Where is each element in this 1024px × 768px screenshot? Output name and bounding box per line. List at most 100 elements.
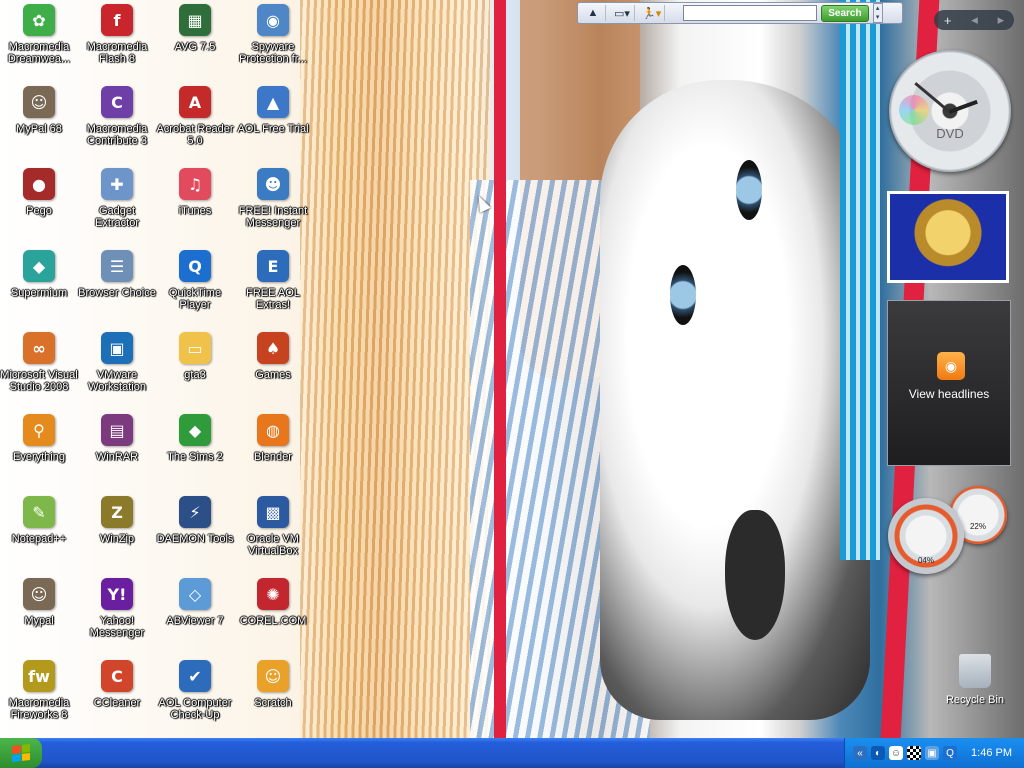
sims-icon: ◆ <box>179 414 211 446</box>
desktop-icon[interactable]: ☻ FREE! Instant Messenger <box>234 166 312 229</box>
running-man-icon[interactable]: 🏃▾ <box>639 5 666 21</box>
toolbar-menu-icon[interactable]: ▭▾ <box>610 5 635 21</box>
tray-image-icon[interactable]: ▣ <box>925 746 939 760</box>
feed-headlines-gadget[interactable]: ◉ View headlines <box>887 300 1011 466</box>
search-input[interactable] <box>683 5 818 21</box>
taskbar-clock[interactable]: 1:46 PM <box>971 747 1012 759</box>
rss-icon: ◉ <box>937 352 965 380</box>
clock-gadget[interactable]: DVD <box>889 50 1011 172</box>
desktop-icon[interactable]: ♫ iTunes <box>156 166 234 217</box>
tray-network-icon[interactable]: ◐ <box>871 746 885 760</box>
browser-choice-icon: ☰ <box>101 250 133 282</box>
corel-icon: ✺ <box>257 578 289 610</box>
desktop-icon[interactable]: ▣ VMware Workstation <box>78 330 156 393</box>
acrobat-icon: A <box>179 86 211 118</box>
pego-icon: ● <box>23 168 55 200</box>
wallpaper-dog-nose <box>725 510 785 640</box>
folder-icon: ▭ <box>179 332 211 364</box>
taskbar: « ◐ ☺ ▣ Q 1:46 PM <box>0 738 1024 768</box>
daemon-tools-icon: ⚡ <box>179 496 211 528</box>
add-gadget-button[interactable]: + <box>944 13 952 28</box>
desktop-icon-label: Browser Choice <box>78 287 156 299</box>
desktop-icon[interactable]: ● Pego <box>0 166 78 217</box>
start-button[interactable] <box>0 738 42 768</box>
desktop-icon[interactable]: C Macromedia Contribute 3 <box>78 84 156 147</box>
view-headlines-link[interactable]: View headlines <box>888 387 1010 401</box>
desktop-icon[interactable]: E FREE AOL Extras! <box>234 248 312 311</box>
desktop-icon[interactable]: ✿ Macromedia Dreamwea... <box>0 2 78 65</box>
desktop-icon[interactable]: A Acrobat Reader 5.0 <box>156 84 234 147</box>
desktop-icon-label: Pego <box>26 205 52 217</box>
previous-page-button[interactable]: ◂ <box>971 12 978 28</box>
desktop-icon[interactable]: C CCleaner <box>78 658 156 709</box>
aol-toolbar-icon[interactable]: ▲ <box>581 5 606 21</box>
desktop-icon[interactable]: ✚ Gadget Extractor <box>78 166 156 229</box>
clock-hour-hand <box>948 99 978 114</box>
flash-icon: f <box>101 4 133 36</box>
cpu-meter-gadget[interactable]: 04% <box>888 498 964 574</box>
desktop-icon-label: WinRAR <box>95 451 139 463</box>
desktop-icon[interactable]: ◉ Spyware Protection fr... <box>234 2 312 65</box>
desktop-icon[interactable]: ▭ gta3 <box>156 330 234 381</box>
desktop-icon-label: Oracle VM VirtualBox <box>247 533 299 557</box>
slideshow-gadget[interactable] <box>887 191 1009 283</box>
desktop-icon-label: Gadget Extractor <box>94 205 139 229</box>
mypal-icon: ☺ <box>23 86 55 118</box>
desktop-icon[interactable]: ∞ Microsoft Visual Studio 2008 <box>0 330 78 393</box>
aol-icon: ▲ <box>257 86 289 118</box>
cpu-meter-value: 04% <box>917 556 934 565</box>
wallpaper-teal-stripes <box>840 0 880 560</box>
desktop-icon[interactable]: ▦ AVG 7.5 <box>156 2 234 53</box>
tray-checker-icon[interactable] <box>907 746 921 760</box>
tray-quicktime-icon[interactable]: Q <box>943 746 957 760</box>
desktop-icon[interactable]: ✎ Notepad++ <box>0 494 78 545</box>
desktop-icon[interactable]: ◍ Blender <box>234 412 312 463</box>
toolbar-scroll-icon[interactable]: ▴ ▾ <box>872 3 883 23</box>
desktop-icon[interactable]: Y! Yahoo! Messenger <box>78 576 156 639</box>
desktop-icon[interactable]: ☺ Scratch <box>234 658 312 709</box>
desktop-icon-label: Acrobat Reader 5.0 <box>156 123 234 147</box>
blender-icon: ◍ <box>257 414 289 446</box>
desktop-icon[interactable]: ◇ ABViewer 7 <box>156 576 234 627</box>
clock-label: DVD <box>936 126 964 141</box>
desktop-icon[interactable]: f Macromedia Flash 8 <box>78 2 156 65</box>
desktop-icon-label: CCleaner <box>93 697 141 709</box>
desktop-icon[interactable]: ✺ COREL.COM <box>234 576 312 627</box>
wallpaper-dog-eye <box>736 160 762 220</box>
desktop-icon[interactable]: ♠ Games <box>234 330 312 381</box>
desktop-icon[interactable]: ☺ Mypal <box>0 576 78 627</box>
desktop-icon-label: ABViewer 7 <box>166 615 224 627</box>
desktop-icon[interactable]: ▩ Oracle VM VirtualBox <box>234 494 312 557</box>
desktop-icon[interactable]: ☺ MyPal 68 <box>0 84 78 135</box>
desktop-icon[interactable]: ✔ AOL Computer Check-Up <box>156 658 234 721</box>
recycle-bin[interactable]: Recycle Bin <box>940 654 1010 706</box>
disc-shine <box>899 95 929 125</box>
desktop-icon-label: Macromedia Contribute 3 <box>86 123 148 147</box>
everything-icon: ⚲ <box>23 414 55 446</box>
ccleaner-icon: C <box>101 660 133 692</box>
virtualbox-icon: ▩ <box>257 496 289 528</box>
desktop-icon[interactable]: ▲ AOL Free Trial <box>234 84 312 135</box>
aol-checkup-icon: ✔ <box>179 660 211 692</box>
desktop-icon[interactable]: ☰ Browser Choice <box>78 248 156 299</box>
itunes-icon: ♫ <box>179 168 211 200</box>
search-button[interactable]: Search <box>821 4 869 22</box>
desktop-icon[interactable]: Z WinZip <box>78 494 156 545</box>
next-page-button[interactable]: ▸ <box>998 12 1005 28</box>
desktop-icon-label: Yahoo! Messenger <box>89 615 145 639</box>
desktop-icon[interactable]: ⚡ DAEMON Tools <box>156 494 234 545</box>
desktop-icon-label: QuickTime Player <box>168 287 222 311</box>
desktop-icon[interactable]: ▤ WinRAR <box>78 412 156 463</box>
desktop-icon[interactable]: ⚲ Everything <box>0 412 78 463</box>
tray-arrow-icon[interactable]: « <box>853 746 867 760</box>
desktop-icon-label: FREE AOL Extras! <box>246 287 300 311</box>
desktop-icon-label: Supermium <box>10 287 68 299</box>
desktop-icon[interactable]: fw Macromedia Fireworks 8 <box>0 658 78 721</box>
desktop-icon[interactable]: ◆ Supermium <box>0 248 78 299</box>
tray-messenger-icon[interactable]: ☺ <box>889 746 903 760</box>
desktop-icon[interactable]: Q QuickTime Player <box>156 248 234 311</box>
desktop-icon-label: COREL.COM <box>239 615 307 627</box>
desktop-icon[interactable]: ◆ The Sims 2 <box>156 412 234 463</box>
winzip-icon: Z <box>101 496 133 528</box>
notepadpp-icon: ✎ <box>23 496 55 528</box>
